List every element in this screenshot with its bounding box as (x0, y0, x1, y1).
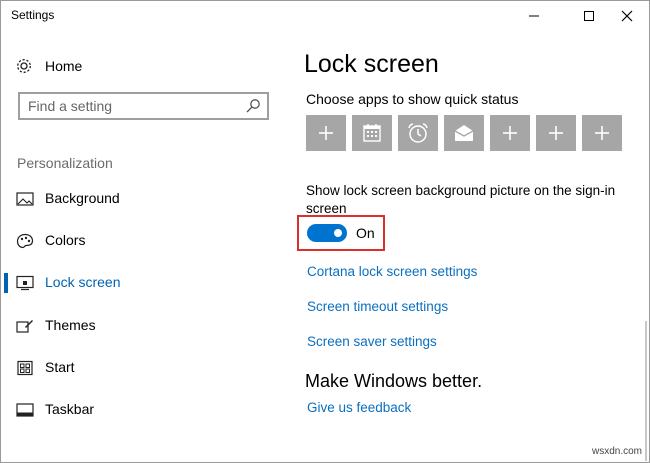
make-windows-better-heading: Make Windows better. (305, 371, 483, 391)
screen-saver-link[interactable]: Screen saver settings (307, 334, 437, 349)
sidebar-item-lock-screen[interactable]: Lock screen (1, 270, 286, 296)
bg-picture-toggle[interactable] (307, 224, 347, 242)
toggle-state-label: On (356, 225, 375, 241)
close-icon (621, 10, 633, 22)
scrollbar[interactable] (645, 321, 647, 461)
image-icon (16, 192, 34, 206)
selection-indicator (4, 273, 8, 293)
palette-icon (16, 233, 34, 249)
settings-window: Settings Home Find a setting Personaliza… (0, 0, 650, 463)
section-label-personalization: Personalization (17, 155, 113, 171)
sidebar-item-label: Start (45, 359, 75, 375)
plus-icon (549, 126, 563, 140)
highlight-box: On (297, 215, 385, 251)
sidebar-home-label: Home (45, 58, 83, 74)
title-bar: Settings (1, 1, 649, 31)
sidebar-item-taskbar[interactable]: Taskbar (1, 397, 286, 423)
quick-status-slot-1[interactable] (306, 115, 346, 151)
search-placeholder: Find a setting (28, 98, 113, 114)
sidebar-item-label: Background (45, 190, 120, 206)
plus-icon (319, 126, 333, 140)
minimize-icon (529, 15, 539, 17)
quick-status-slot-5[interactable] (490, 115, 530, 151)
sidebar-home[interactable]: Home (15, 55, 82, 77)
sidebar-item-colors[interactable]: Colors (1, 228, 286, 254)
mail-icon (454, 125, 474, 141)
minimize-button[interactable] (511, 1, 557, 31)
sidebar-item-themes[interactable]: Themes (1, 313, 286, 339)
feedback-link[interactable]: Give us feedback (307, 400, 411, 415)
sidebar-item-label: Lock screen (45, 274, 121, 290)
sidebar-item-background[interactable]: Background (1, 186, 286, 212)
gear-icon (17, 59, 31, 73)
watermark: wsxdn.com (592, 446, 643, 457)
calendar-icon (363, 124, 381, 142)
quick-status-apps (306, 115, 622, 151)
toggle-knob (334, 229, 342, 237)
sidebar-item-label: Taskbar (45, 401, 95, 417)
search-icon (246, 99, 260, 113)
plus-icon (595, 126, 609, 140)
quick-status-label: Choose apps to show quick status (306, 91, 519, 107)
page-title: Lock screen (304, 50, 439, 78)
taskbar-icon (16, 403, 34, 417)
plus-icon (503, 126, 517, 140)
sidebar: Home Find a setting Personalization Back… (1, 31, 286, 462)
quick-status-slot-4[interactable] (444, 115, 484, 151)
close-button[interactable] (604, 1, 650, 31)
sidebar-item-start[interactable]: Start (1, 355, 286, 381)
quick-status-slot-7[interactable] (582, 115, 622, 151)
bg-toggle-label: Show lock screen background picture on t… (306, 183, 616, 216)
sidebar-item-label: Colors (45, 232, 86, 248)
main-content: Lock screen Choose apps to show quick st… (286, 31, 649, 462)
window-title: Settings (11, 8, 55, 22)
quick-status-slot-6[interactable] (536, 115, 576, 151)
quick-status-slot-3[interactable] (398, 115, 438, 151)
sidebar-item-label: Themes (45, 317, 96, 333)
screen-timeout-link[interactable]: Screen timeout settings (307, 299, 448, 314)
search-input[interactable]: Find a setting (18, 92, 269, 120)
alarm-clock-icon (408, 123, 428, 143)
maximize-icon (584, 11, 594, 21)
cortana-lock-screen-link[interactable]: Cortana lock screen settings (307, 264, 477, 279)
lock-screen-icon (16, 275, 34, 291)
themes-icon (16, 320, 33, 333)
quick-status-slot-2[interactable] (352, 115, 392, 151)
start-icon (17, 360, 33, 376)
